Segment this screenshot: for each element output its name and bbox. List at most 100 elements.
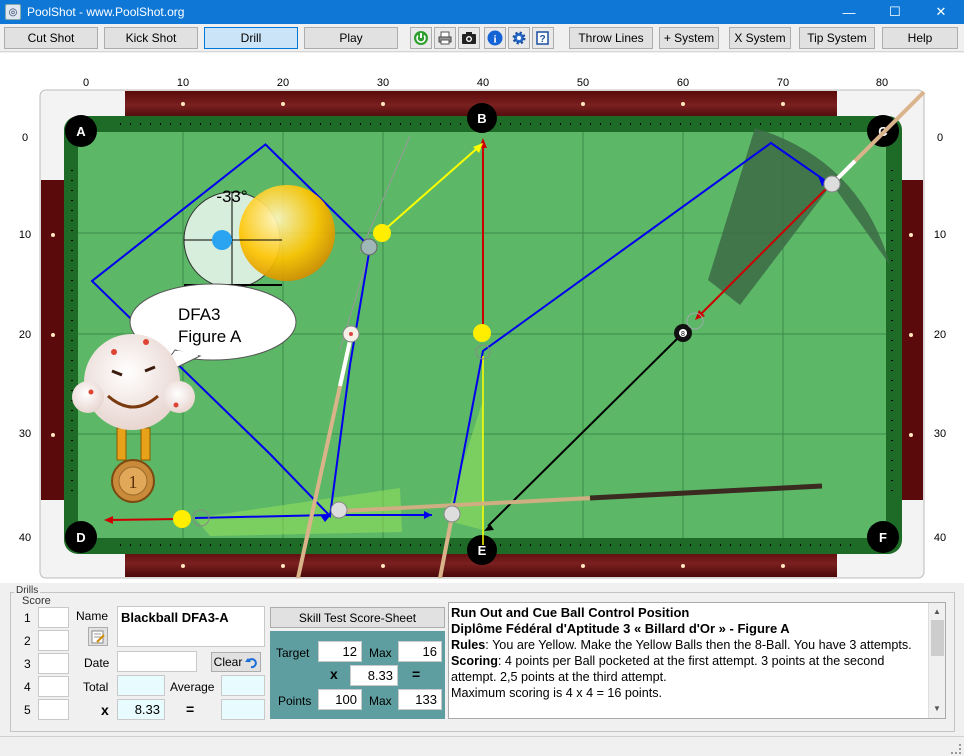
points-max-field[interactable]: 133: [398, 689, 442, 710]
drill-button[interactable]: Drill: [204, 27, 298, 49]
resize-grip-icon[interactable]: [951, 744, 961, 754]
x-tick: 60: [677, 77, 689, 89]
name-label: Name: [76, 609, 109, 623]
x-tick: 80: [876, 77, 888, 89]
print-icon[interactable]: [434, 27, 456, 49]
y-tick-right: 30: [934, 428, 946, 440]
score-row-label: 3: [24, 657, 31, 671]
score-row-label: 4: [24, 680, 31, 694]
ghost-ball: [360, 238, 378, 256]
x-system-button[interactable]: X System: [729, 27, 791, 49]
result-field[interactable]: [221, 699, 265, 720]
max-scoring-text: Maximum scoring is 4 x 4 = 16 points.: [451, 686, 663, 700]
scroll-up-icon[interactable]: ▲: [933, 604, 941, 620]
camera-icon[interactable]: [458, 27, 480, 49]
window-title: PoolShot - www.PoolShot.org: [27, 5, 185, 19]
points-max-label: Max: [369, 694, 392, 708]
close-button[interactable]: ✕: [918, 0, 964, 24]
power-icon[interactable]: [410, 27, 432, 49]
scoring-label: Scoring: [451, 654, 498, 668]
plus-system-button[interactable]: + System: [659, 27, 719, 49]
score-input[interactable]: [38, 699, 69, 720]
pocket-b-label: B: [477, 111, 486, 126]
skill-test-button[interactable]: Skill Test Score-Sheet: [270, 607, 445, 628]
yellow-ball-3[interactable]: [173, 510, 191, 528]
toolbar: Cut Shot Kick Shot Drill Play i ? Throw …: [0, 24, 964, 52]
poolshot-icon: ◎: [5, 4, 21, 20]
score-input[interactable]: [38, 630, 69, 651]
info-icon[interactable]: i: [484, 27, 506, 49]
score-row-label: 5: [24, 703, 31, 717]
rules-text: : You are Yellow. Make the Yellow Balls …: [485, 638, 912, 652]
equals-symbol: =: [412, 666, 421, 682]
drill-description[interactable]: Run Out and Cue Ball Control Position Di…: [448, 602, 946, 719]
rules-label: Rules: [451, 638, 486, 652]
help-book-icon[interactable]: ?: [532, 27, 554, 49]
pocket-d-label: D: [76, 530, 85, 545]
play-button[interactable]: Play: [304, 27, 398, 49]
throw-lines-button[interactable]: Throw Lines: [569, 27, 653, 49]
cue-ball-3[interactable]: [330, 501, 348, 519]
undo-icon: [245, 657, 258, 668]
y-tick-right: 20: [934, 329, 946, 341]
svg-text:i: i: [493, 34, 496, 46]
svg-text:?: ?: [539, 34, 545, 45]
y-tick-left: 40: [19, 532, 31, 544]
name-field[interactable]: Blackball DFA3-A: [117, 606, 265, 647]
score-input[interactable]: [38, 607, 69, 628]
kick-shot-button[interactable]: Kick Shot: [104, 27, 198, 49]
edit-note-icon: [91, 630, 105, 643]
scroll-thumb[interactable]: [931, 620, 944, 656]
edit-note-button[interactable]: [88, 627, 108, 646]
cut-angle-label: -33°: [216, 187, 247, 206]
pocket-a-label: A: [76, 124, 86, 139]
minimize-button[interactable]: —: [826, 0, 872, 24]
maximize-button[interactable]: ☐: [872, 0, 918, 24]
settings-icon[interactable]: [508, 27, 530, 49]
target-label: Target: [276, 646, 310, 660]
multiplier-field-2[interactable]: 8.33: [350, 665, 398, 686]
x-tick: 10: [177, 77, 189, 89]
description-title: Run Out and Cue Ball Control Position: [451, 605, 690, 620]
total-label: Total: [83, 680, 109, 694]
score-row-label: 1: [24, 611, 31, 625]
clear-button[interactable]: Clear: [211, 652, 261, 672]
yellow-ball-2[interactable]: [473, 324, 491, 342]
x-tick: 30: [377, 77, 389, 89]
score-input[interactable]: [38, 653, 69, 674]
y-tick-left: 20: [19, 329, 31, 341]
cut-shot-button[interactable]: Cut Shot: [4, 27, 98, 49]
cue-ball-4[interactable]: [443, 505, 461, 523]
x-tick: 70: [777, 77, 789, 89]
score-group-label: Score: [20, 595, 53, 607]
pool-table-area[interactable]: 0 10 20 30 40 50 60 70 80 0 10 20 30 40 …: [0, 53, 964, 583]
wood-rail-left: [41, 180, 67, 500]
average-label: Average: [170, 680, 215, 694]
score-input[interactable]: [38, 676, 69, 697]
date-field[interactable]: [117, 651, 197, 672]
max-field[interactable]: 16: [398, 641, 442, 662]
scroll-down-icon[interactable]: ▼: [933, 701, 941, 717]
cue-ball-2[interactable]: [823, 175, 841, 193]
medal-number: 1: [129, 472, 138, 492]
target-field[interactable]: 12: [318, 641, 362, 662]
x-tick: 20: [277, 77, 289, 89]
total-field[interactable]: [117, 675, 165, 696]
score-sheet: Target 12 Max 16 x 8.33 = Points 100 Max…: [270, 631, 445, 719]
description-subtitle: Diplôme Fédéral d'Aptitude 3 « Billard d…: [451, 621, 790, 636]
multiply-symbol: x: [330, 666, 338, 682]
x-tick: 50: [577, 77, 589, 89]
pocket-e-label: E: [478, 543, 487, 558]
tip-system-button[interactable]: Tip System: [799, 27, 875, 49]
pocket-f-label: F: [879, 530, 887, 545]
description-scrollbar[interactable]: ▲ ▼: [928, 603, 945, 718]
average-field[interactable]: [221, 675, 265, 696]
points-field[interactable]: 100: [318, 689, 362, 710]
scoring-text: : 4 points per Ball pocketed at the firs…: [451, 654, 885, 684]
y-tick-right: 40: [934, 532, 946, 544]
multiplier-field[interactable]: 8.33: [117, 699, 165, 720]
equals-symbol: =: [186, 701, 195, 717]
yellow-ball-1[interactable]: [373, 224, 391, 242]
x-tick: 40: [477, 77, 489, 89]
help-button[interactable]: Help: [882, 27, 958, 49]
